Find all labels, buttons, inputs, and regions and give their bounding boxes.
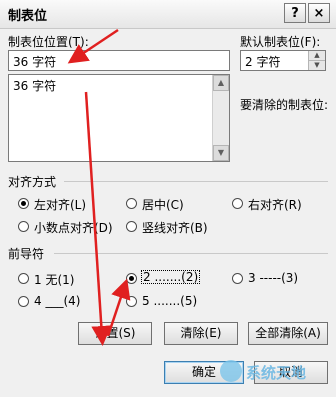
radio-button[interactable] [18, 273, 29, 284]
radio-button[interactable] [126, 273, 137, 284]
leader-divider [54, 253, 328, 254]
radio-button[interactable] [18, 221, 29, 232]
default-tab-stops-label: 默认制表位(F): [240, 35, 321, 49]
leader-dashes-label: 3 -----(3) [248, 271, 299, 285]
watermark-logo-icon [220, 360, 242, 382]
window-title: 制表位 [8, 9, 48, 24]
radio-button[interactable] [232, 198, 243, 209]
radio-button[interactable] [18, 198, 29, 209]
scroll-up-icon[interactable]: ▲ [213, 75, 229, 91]
align-bar-label: 竖线对齐(B) [142, 221, 208, 235]
leader-none-label: 1 无(1) [34, 273, 75, 287]
spin-up-icon[interactable]: ▲ [309, 51, 325, 60]
spin-down-icon[interactable]: ▼ [309, 60, 325, 70]
watermark-text: 系统天地 [246, 364, 307, 382]
radio-button[interactable] [18, 296, 29, 307]
tab-stop-position-label: 制表位位置(T): [8, 35, 89, 49]
leader-underline-label: 4 ___(4) [34, 294, 81, 308]
clear-button[interactable]: 清除(E) [164, 322, 238, 345]
radio-button[interactable] [126, 221, 137, 232]
align-center-label: 居中(C) [142, 198, 184, 212]
default-tab-stops-value: 2 字符 [245, 55, 281, 69]
align-left-label: 左对齐(L) [34, 198, 87, 212]
help-button[interactable]: ? [284, 3, 306, 23]
radio-button[interactable] [126, 296, 137, 307]
tab-stop-position-input[interactable]: 36 字符 [8, 50, 230, 71]
radio-button[interactable] [232, 273, 243, 284]
scroll-down-icon[interactable]: ▼ [213, 145, 229, 161]
leader-group-title: 前导符 [8, 247, 45, 261]
to-clear-label: 要清除的制表位: [240, 98, 329, 112]
clear-all-button[interactable]: 全部清除(A) [248, 322, 328, 345]
alignment-group-title: 对齐方式 [8, 175, 57, 189]
align-right-label: 右对齐(R) [248, 198, 302, 212]
close-button[interactable]: × [308, 3, 330, 23]
leader-middots-label: 5 .......(5) [142, 294, 198, 308]
set-button[interactable]: 设置(S) [78, 322, 152, 345]
align-decimal-label: 小数点对齐(D) [34, 221, 113, 235]
tab-stop-list[interactable]: 36 字符 ▲ ▼ [8, 74, 230, 162]
spinner[interactable]: ▲ ▼ [308, 51, 325, 70]
default-tab-stops-input[interactable]: 2 字符 ▲ ▼ [240, 50, 326, 71]
list-item[interactable]: 36 字符 [13, 77, 225, 94]
list-scrollbar[interactable]: ▲ ▼ [212, 75, 229, 161]
leader-dots-label: 2 .......(2) [141, 270, 201, 284]
alignment-divider [64, 181, 328, 182]
radio-button[interactable] [126, 198, 137, 209]
